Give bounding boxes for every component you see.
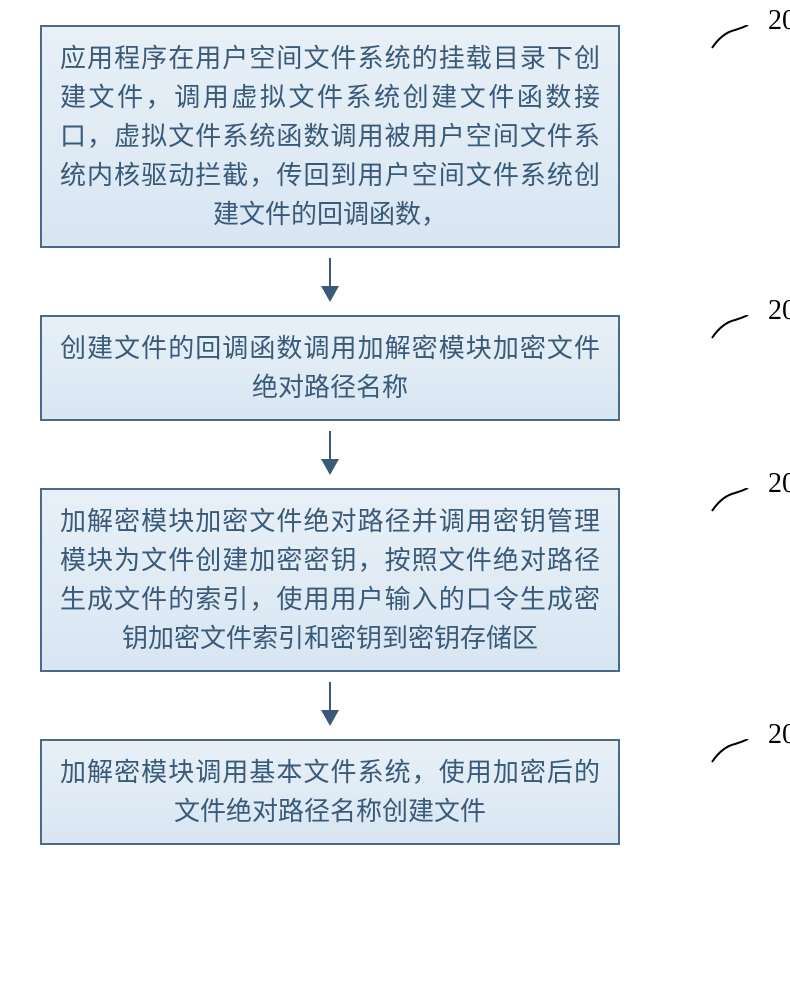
flowchart-box: 创建文件的回调函数调用加解密模块加密文件绝对路径名称: [40, 315, 620, 421]
arrow-down-icon: [329, 431, 331, 473]
flowchart-box: 加解密模块加密文件绝对路径并调用密钥管理模块为文件创建加密密钥，按照文件绝对路径…: [40, 488, 620, 672]
flowchart-step: 203 加解密模块加密文件绝对路径并调用密钥管理模块为文件创建加密密钥，按照文件…: [40, 488, 760, 672]
callout-curve: [710, 488, 750, 513]
step-label: 201: [768, 5, 790, 37]
step-text: 创建文件的回调函数调用加解密模块加密文件绝对路径名称: [60, 329, 600, 407]
callout-curve: [710, 25, 750, 50]
step-text: 应用程序在用户空间文件系统的挂载目录下创建文件，调用虚拟文件系统创建文件函数接口…: [60, 39, 600, 234]
callout-curve: [710, 315, 750, 340]
step-text: 加解密模块加密文件绝对路径并调用密钥管理模块为文件创建加密密钥，按照文件绝对路径…: [60, 502, 600, 658]
arrow-container: [40, 672, 620, 734]
step-label: 202: [768, 295, 790, 327]
step-label: 203: [768, 468, 790, 500]
step-text: 加解密模块调用基本文件系统，使用加密后的文件绝对路径名称创建文件: [60, 753, 600, 831]
callout-curve: [710, 739, 750, 764]
flowchart-box: 加解密模块调用基本文件系统，使用加密后的文件绝对路径名称创建文件: [40, 739, 620, 845]
arrow-container: [40, 421, 620, 483]
flowchart-step: 204 加解密模块调用基本文件系统，使用加密后的文件绝对路径名称创建文件: [40, 739, 760, 845]
flowchart-step: 201 应用程序在用户空间文件系统的挂载目录下创建文件，调用虚拟文件系统创建文件…: [40, 25, 760, 248]
flowchart-step: 202 创建文件的回调函数调用加解密模块加密文件绝对路径名称: [40, 315, 760, 421]
arrow-container: [40, 248, 620, 310]
arrow-down-icon: [329, 682, 331, 724]
flowchart-diagram: 201 应用程序在用户空间文件系统的挂载目录下创建文件，调用虚拟文件系统创建文件…: [40, 25, 760, 845]
flowchart-box: 应用程序在用户空间文件系统的挂载目录下创建文件，调用虚拟文件系统创建文件函数接口…: [40, 25, 620, 248]
step-label: 204: [768, 719, 790, 751]
arrow-down-icon: [329, 258, 331, 300]
